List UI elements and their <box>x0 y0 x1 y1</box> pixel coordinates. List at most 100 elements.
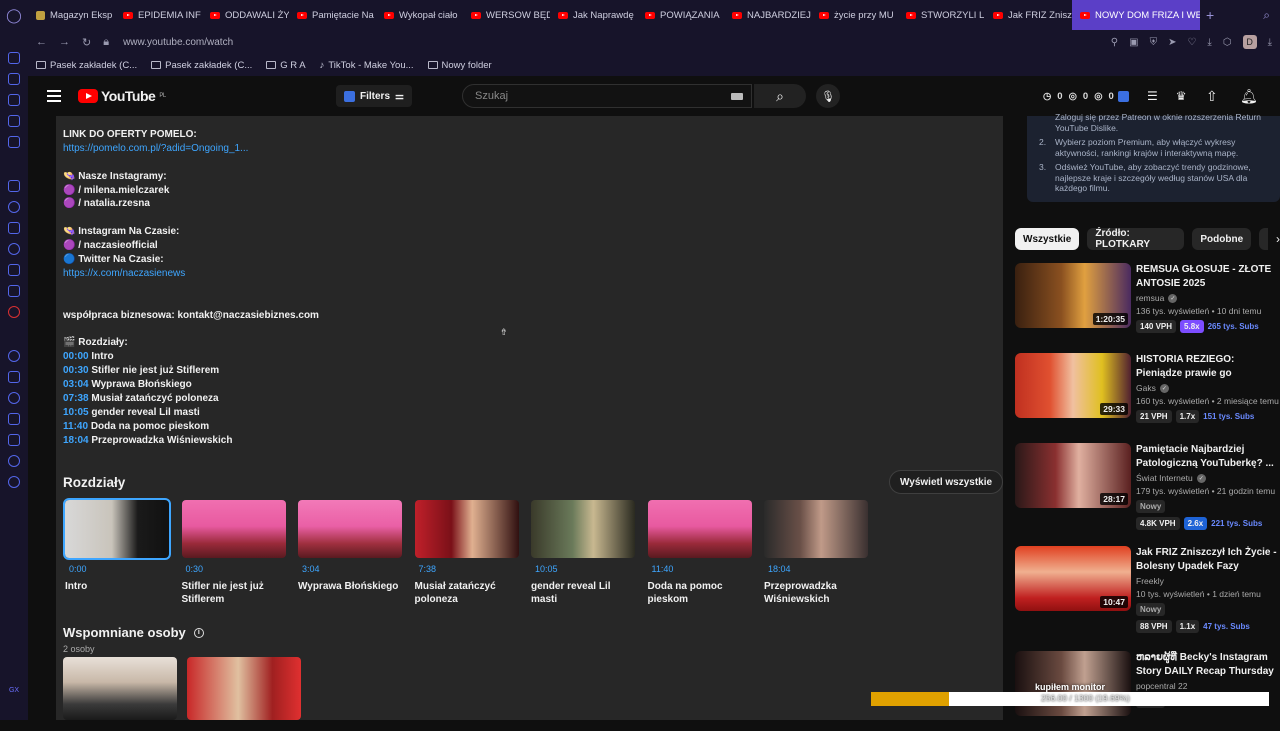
youtube-ext-icon[interactable] <box>8 306 20 318</box>
chapter-card[interactable]: 0:00 Intro <box>63 498 171 593</box>
browser-tab[interactable]: STWORZYLI LI <box>898 0 985 30</box>
chapter-time[interactable]: 10:05 <box>531 564 635 574</box>
x-icon[interactable] <box>8 264 20 276</box>
chapter-card[interactable]: 7:38 Musiał zatańczyć poloneza <box>414 500 519 606</box>
video-title[interactable]: Pamiętacie Najbardziej Patologiczną YouT… <box>1136 443 1280 470</box>
video-title[interactable]: HISTORIA REZIEGO: Pieniądze prawie go Zn… <box>1136 353 1280 380</box>
chapter-time[interactable]: 3:04 <box>298 564 402 574</box>
filters-button[interactable]: Filters ⚌ <box>336 85 412 107</box>
chapter-card[interactable]: 0:30 Stifler nie jest już Stiflerem <box>181 500 286 606</box>
description-link[interactable]: https://x.com/naczasienews <box>63 268 185 279</box>
play-icon[interactable] <box>8 371 20 383</box>
search-button[interactable]: ⌕ <box>754 84 806 108</box>
chapter-thumbnail[interactable] <box>298 500 402 558</box>
video-channel[interactable]: Gaks ✓ <box>1136 383 1280 393</box>
extensions-icon[interactable]: ⬡ <box>1223 37 1232 48</box>
chapter-time[interactable]: 0:00 <box>65 564 169 574</box>
chapter-thumbnail[interactable] <box>531 500 635 558</box>
chapter-thumbnail[interactable] <box>414 500 519 558</box>
chapter-timestamp-link[interactable]: 00:30 <box>63 365 89 376</box>
mail-icon[interactable] <box>8 73 20 85</box>
heart-outline-icon[interactable]: ♡ <box>1187 37 1196 48</box>
keyboard-icon[interactable] <box>731 92 743 100</box>
bookmark-item[interactable]: G R A <box>266 60 306 71</box>
chevron-right-icon[interactable]: › <box>1276 232 1280 246</box>
whatsapp-icon[interactable] <box>8 243 20 255</box>
filter-chip[interactable]: Źródło: PLOTKARY <box>1087 228 1185 250</box>
bookmark-item[interactable]: Pasek zakładek (C... <box>151 60 252 71</box>
back-icon[interactable]: ← <box>36 36 47 48</box>
video-title[interactable]: REMSUA GŁOSUJE - ZŁOTE ANTOSIE 2025 <box>1136 263 1280 290</box>
video-item[interactable]: 29:33 HISTORIA REZIEGO: Pieniądze prawie … <box>1015 353 1280 433</box>
chapter-time[interactable]: 11:40 <box>648 564 752 574</box>
forward-icon[interactable]: → <box>59 36 70 48</box>
pin-icon[interactable]: ⚲ <box>1111 37 1118 48</box>
filter-chip[interactable]: Podobne <box>1192 228 1252 250</box>
chapter-timestamp-link[interactable]: 03:04 <box>63 379 89 390</box>
bookmark-item[interactable]: ♪ TikTok - Make You... <box>320 60 414 71</box>
filter-chip[interactable]: Wszystkie <box>1015 228 1080 250</box>
chapter-timestamp-link[interactable]: 00:00 <box>63 351 89 362</box>
video-title[interactable]: ຫລາຍຜູ້ທີ່ Becky's Instagram Story DAILY… <box>1136 651 1280 678</box>
chapter-card[interactable]: 18:04 Przeprowadzka Wiśniewskich <box>764 500 868 606</box>
browser-tab[interactable]: Wykopał ciało <box>376 0 463 30</box>
video-thumbnail[interactable]: 29:33 <box>1015 353 1131 418</box>
video-channel[interactable]: Świat Internetu ✓ <box>1136 473 1280 483</box>
browser-tab[interactable]: NAJBARDZIEJ <box>724 0 811 30</box>
browser-tab[interactable]: EPIDEMIA INF <box>115 0 202 30</box>
download-icon[interactable]: ⤓ <box>1207 37 1211 48</box>
browser-tab[interactable]: życie przy MU <box>811 0 898 30</box>
chapter-time[interactable]: 7:38 <box>415 564 519 574</box>
download-icon[interactable] <box>8 434 20 446</box>
chapter-card[interactable]: 3:04 Wyprawa Błońskiego <box>298 500 402 593</box>
box-icon[interactable] <box>8 455 20 467</box>
chapter-timestamp-link[interactable]: 11:40 <box>63 421 88 432</box>
gx-icon[interactable]: GX <box>9 687 19 694</box>
browser-tab[interactable]: POWIĄZANIA <box>637 0 724 30</box>
chat-icon[interactable] <box>8 350 20 362</box>
video-item[interactable]: 28:17 Pamiętacie Najbardziej Patologiczną… <box>1015 443 1280 530</box>
chapter-time[interactable]: 18:04 <box>764 564 868 574</box>
person-thumbnail[interactable] <box>63 657 177 720</box>
browser-tab[interactable]: Pamiętacie Na <box>289 0 376 30</box>
history-icon[interactable] <box>8 413 20 425</box>
video-channel[interactable]: popcentral 22 <box>1136 681 1280 691</box>
partial-chip[interactable] <box>1259 228 1268 250</box>
bookmark-item[interactable]: Pasek zakładek (C... <box>36 60 137 71</box>
telegram-icon[interactable] <box>8 222 20 234</box>
bookmark-item[interactable]: Nowy folder <box>427 60 492 71</box>
tab-search-icon[interactable]: ⌕ <box>1263 8 1270 23</box>
gallery-icon[interactable] <box>8 115 20 127</box>
chapter-thumbnail[interactable] <box>764 500 868 558</box>
video-item[interactable]: 1:20:35 REMSUA GŁOSUJE - ZŁOTE ANTOSIE 20… <box>1015 263 1280 343</box>
person-thumbnail[interactable] <box>187 657 301 720</box>
messenger-icon[interactable] <box>8 52 20 64</box>
twitch-icon[interactable] <box>8 180 20 192</box>
browser-tab[interactable]: Jak FRIZ Znisz <box>985 0 1072 30</box>
downloads-icon[interactable]: ⤓ <box>1268 37 1272 48</box>
heart-icon[interactable] <box>8 392 20 404</box>
chapter-card[interactable]: 11:40 Doda na pomoc pieskom <box>647 500 752 606</box>
profile-avatar[interactable]: D <box>1242 35 1257 49</box>
chapter-thumbnail[interactable] <box>647 500 752 558</box>
snapshot-icon[interactable]: ▣ <box>1129 37 1138 48</box>
chapter-thumbnail[interactable] <box>63 498 171 560</box>
video-thumbnail[interactable]: 28:17 <box>1015 443 1131 508</box>
calendar-icon[interactable] <box>8 136 20 148</box>
video-channel[interactable]: Freekly <box>1136 576 1280 586</box>
description-link[interactable]: https://pomelo.com.pl/?adid=Ongoing_1... <box>63 143 248 154</box>
show-all-chapters-button[interactable]: Wyświetl wszystkie <box>889 470 1004 494</box>
video-channel[interactable]: remsua ✓ <box>1136 293 1280 303</box>
reload-icon[interactable]: ↻ <box>82 36 91 49</box>
upload-icon[interactable]: ⇧ <box>1206 88 1218 105</box>
chapter-timestamp-link[interactable]: 07:38 <box>63 393 89 404</box>
new-tab-icon[interactable]: + <box>1200 7 1220 23</box>
browser-tab[interactable]: WERSOW BĘD <box>463 0 550 30</box>
filters-ext-icon[interactable] <box>1118 90 1129 102</box>
notifications-icon[interactable]: 🔔︎ <box>1240 88 1258 105</box>
discord-icon[interactable] <box>8 285 20 297</box>
messenger-chat-icon[interactable] <box>8 201 20 213</box>
settings-icon[interactable] <box>8 476 20 488</box>
search-input[interactable]: Szukaj <box>462 84 752 108</box>
browser-tab[interactable]: Magazyn Eksp <box>28 0 115 30</box>
